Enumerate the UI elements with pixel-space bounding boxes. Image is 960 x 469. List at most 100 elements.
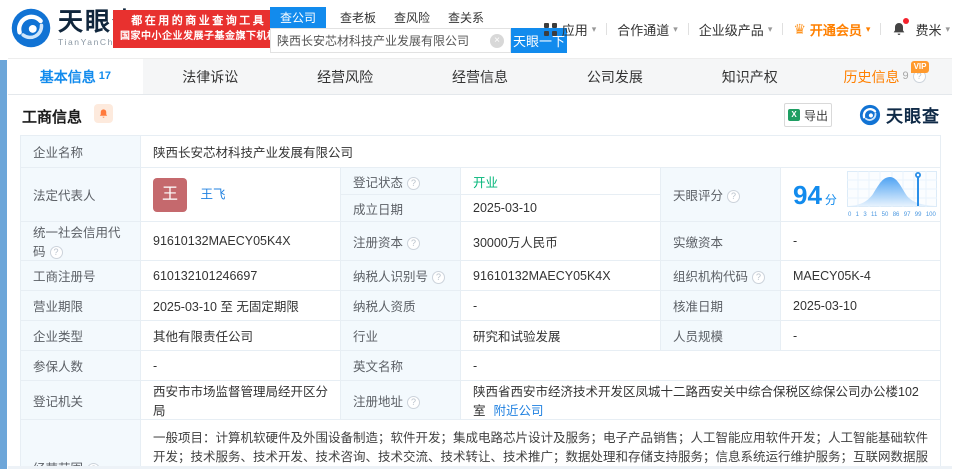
- table-row: 经营范围? 一般项目：计算机软硬件及外围设备制造；软件开发；集成电路芯片设计及服…: [20, 419, 942, 469]
- legal-rep-link[interactable]: 王飞: [200, 187, 225, 201]
- tab-basic-info-count: 17: [98, 69, 112, 82]
- paid-capital-value: -: [779, 221, 942, 261]
- score-unit: 分: [824, 193, 837, 207]
- nav-enterprise-products[interactable]: 企业级产品 ▾: [699, 20, 773, 39]
- industry-label: 行业: [340, 320, 461, 351]
- table-row: 统一社会信用代码? 91610132MAECY05K4X 注册资本? 30000…: [20, 221, 942, 261]
- address-value: 陕西省西安市经济技术开发区凤城十二路西安关中综合保税区综保公司办公楼102室 附近…: [459, 380, 942, 420]
- tab-operating-info-label: 经营信息: [452, 68, 508, 85]
- tab-legal-proceedings-label: 法律诉讼: [182, 68, 239, 85]
- tab-history-info-label: 历史信息: [843, 68, 900, 85]
- search-input[interactable]: [271, 33, 490, 48]
- info-icon[interactable]: ?: [752, 271, 766, 284]
- staff-size-label: 人员规模: [660, 320, 781, 351]
- company-name-label: 企业名称: [20, 135, 141, 168]
- business-scope-label: 经营范围?: [20, 419, 141, 469]
- monitor-bell-icon[interactable]: [94, 104, 113, 123]
- nav-separator: [606, 23, 608, 35]
- chevron-down-icon: ▾: [767, 23, 773, 34]
- english-name-value: -: [459, 350, 942, 381]
- tab-operating-risk[interactable]: 经营风险: [278, 59, 413, 94]
- promo-banner-line2: 国家中小企业发展子基金旗下机构: [120, 31, 278, 42]
- score-distribution-chart: 01 3 11 50 86 97 99 100: [846, 170, 937, 219]
- nav-enterprise-products-label: 企业级产品: [698, 22, 764, 38]
- nav-open-vip-label: 开通会员: [809, 22, 862, 38]
- reg-status-label: 登记状态?: [340, 167, 461, 195]
- search-tab-boss[interactable]: 查老板: [340, 9, 376, 26]
- info-icon[interactable]: ?: [407, 176, 421, 190]
- chevron-down-icon: ▾: [945, 23, 950, 34]
- legal-rep-label: 法定代表人: [20, 167, 141, 222]
- promo-banner: 都在用的商业查询工具 国家中小企业发展子基金旗下机构: [113, 10, 285, 48]
- business-info-table: 企业名称 陕西长安芯材科技产业发展有限公司 法定代表人 王 王飞 登记状态? 开…: [20, 135, 942, 469]
- business-scope-value: 一般项目：计算机软硬件及外围设备制造；软件开发；集成电路芯片设计及服务；电子产品…: [139, 419, 942, 469]
- nav-separator: [880, 23, 882, 35]
- tab-company-development[interactable]: 公司发展: [547, 59, 682, 94]
- info-icon[interactable]: ?: [727, 190, 741, 203]
- company-type-value: 其他有限责任公司: [140, 320, 341, 351]
- info-icon[interactable]: ?: [407, 395, 421, 409]
- table-row: 参保人数 - 英文名称 -: [20, 350, 942, 381]
- promo-banner-line1: 都在用的商业查询工具: [131, 15, 267, 27]
- taxpayer-id-label: 纳税人识别号?: [340, 260, 461, 291]
- taxpayer-quality-label: 纳税人资质: [340, 290, 461, 321]
- crown-icon: ♛: [793, 20, 806, 37]
- tab-history-info-count: 9: [902, 69, 909, 82]
- vip-badge: VIP: [910, 61, 930, 73]
- tab-intellectual-property[interactable]: 知识产权: [682, 59, 817, 94]
- left-edge-strip: [0, 60, 7, 469]
- score-axis-ticks: 01 3 11 50 86 97 99 100: [847, 211, 936, 218]
- score-value-cell: 94 分 0 1 3 11 50 86 97 99 100: [779, 167, 942, 222]
- tab-intellectual-property-label: 知识产权: [721, 68, 778, 85]
- tab-legal-proceedings[interactable]: 法律诉讼: [143, 59, 278, 94]
- reg-capital-value: 30000万人民币: [460, 221, 661, 261]
- watermark-logo: 天眼查: [859, 102, 940, 127]
- info-icon[interactable]: ?: [49, 246, 63, 259]
- address-label: 注册地址?: [340, 380, 461, 420]
- table-row: 登记机关 西安市市场监督管理局经开区分局 注册地址? 陕西省西安市经济技术开发区…: [20, 380, 942, 420]
- info-icon[interactable]: ?: [407, 236, 421, 250]
- chevron-down-icon: ▾: [673, 23, 678, 34]
- section-header: 工商信息 X 导出 天眼查: [8, 95, 952, 135]
- nav-apps[interactable]: 应用 ▾: [543, 20, 597, 39]
- staff-size-value: -: [779, 320, 942, 351]
- watermark-text: 天眼查: [886, 107, 940, 126]
- insured-value: -: [140, 350, 341, 381]
- nav-open-vip[interactable]: ♛ 开通会员 ▾: [793, 20, 870, 39]
- search-tab-company[interactable]: 查公司: [270, 7, 327, 28]
- search-tabs: 查公司 查老板 查风险 查关系: [270, 7, 502, 28]
- clear-icon[interactable]: ×: [490, 33, 504, 48]
- score-label: 天眼评分?: [660, 167, 781, 222]
- excel-icon: X: [787, 109, 800, 121]
- reg-no-label: 工商注册号: [20, 260, 141, 291]
- tab-history-info[interactable]: VIP 历史信息 9 ?: [817, 59, 952, 94]
- legal-rep-value: 王 王飞: [140, 167, 341, 222]
- nav-separator: [687, 23, 689, 35]
- page: 天眼查 TianYanCha.com 都在用的商业查询工具 国家中小企业发展子基…: [0, 0, 960, 469]
- nav-separator: [782, 23, 784, 35]
- info-icon[interactable]: ?: [432, 271, 446, 284]
- nearby-companies-link[interactable]: 附近公司: [494, 404, 544, 418]
- tab-operating-risk-label: 经营风险: [317, 68, 374, 85]
- nav-apps-label: 应用: [561, 22, 588, 38]
- export-label: 导出: [803, 108, 828, 123]
- nav-user[interactable]: 费米 ▾: [915, 20, 950, 39]
- reg-authority-label: 登记机关: [20, 380, 141, 420]
- avatar[interactable]: 王: [153, 177, 187, 212]
- search-tab-risk[interactable]: 查风险: [394, 9, 430, 26]
- tab-basic-info[interactable]: 基本信息 17: [8, 59, 143, 94]
- insured-label: 参保人数: [20, 350, 141, 381]
- nav-channel-label: 合作通道: [617, 22, 670, 38]
- nav-channel[interactable]: 合作通道 ▾: [617, 20, 678, 39]
- notification-bell-icon[interactable]: [891, 18, 910, 37]
- search-tab-relation[interactable]: 查关系: [448, 9, 484, 26]
- table-row: 企业类型 其他有限责任公司 行业 研究和试验发展 人员规模 -: [20, 320, 942, 351]
- export-button[interactable]: X 导出: [784, 103, 832, 127]
- establish-date-value: 2025-03-10: [460, 194, 661, 222]
- tab-operating-info[interactable]: 经营信息: [413, 59, 548, 94]
- reg-no-value: 610132101246697: [140, 260, 341, 291]
- term-label: 营业期限: [20, 290, 141, 321]
- chevron-down-icon: ▾: [591, 23, 597, 34]
- term-value: 2025-03-10 至 无固定期限: [140, 290, 341, 321]
- chevron-down-icon: ▾: [865, 23, 871, 34]
